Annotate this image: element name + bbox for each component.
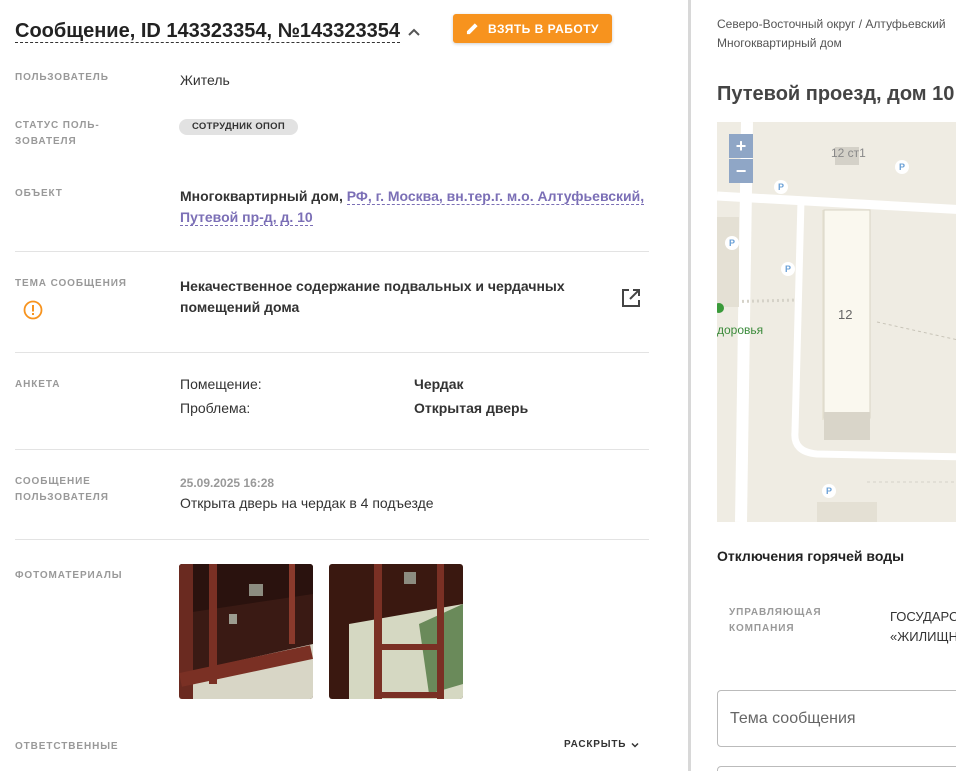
open-external-icon[interactable] <box>620 287 642 309</box>
zoom-out-button[interactable]: − <box>729 159 753 183</box>
management-company-value-line2: «ЖИЛИЩНИК» <box>890 629 956 644</box>
chevron-up-icon[interactable] <box>404 22 424 42</box>
topic-value: Некачественное содержание подвальных и ч… <box>180 276 565 318</box>
status-badge: СОТРУДНИК ОПОП <box>179 119 298 135</box>
user-message-label-line1: СООБЩЕНИЕ <box>15 476 91 487</box>
pencil-icon <box>466 23 478 35</box>
object-value: Многоквартирный дом, РФ, г. Москва, вн.т… <box>180 186 645 228</box>
topic-value-line1: Некачественное содержание подвальных и ч… <box>180 278 565 294</box>
breadcrumb-line2: Многоквартирный дом <box>717 36 842 50</box>
message-text: Открыта дверь на чердак в 4 подъезде <box>180 495 434 511</box>
management-company-value: ГОСУДАРСТВЕННОЕ «ЖИЛИЩНИК» <box>890 607 956 647</box>
object-type: Многоквартирный дом, <box>180 188 343 204</box>
hot-water-outages-title: Отключения горячей воды <box>717 548 905 564</box>
divider <box>15 449 649 450</box>
take-to-work-label: ВЗЯТЬ В РАБОТУ <box>487 21 599 36</box>
object-label: ОБЪЕКТ <box>15 188 63 199</box>
parking-icon: P <box>781 262 795 276</box>
user-status-label: СТАТУС ПОЛЬ- ЗОВАТЕЛЯ <box>15 118 145 150</box>
management-company-label: УПРАВЛЯЮЩАЯ КОМПАНИЯ <box>729 605 821 637</box>
parking-icon: P <box>895 160 909 174</box>
responsible-label: ОТВЕТСТВЕННЫЕ <box>15 741 119 752</box>
parking-icon: P <box>822 484 836 498</box>
user-message-label: СООБЩЕНИЕ ПОЛЬЗОВАТЕЛЯ <box>15 474 145 506</box>
user-label: ПОЛЬЗОВАТЕЛЬ <box>15 72 109 83</box>
survey-question: Помещение: <box>180 376 262 392</box>
user-message-label-line2: ПОЛЬЗОВАТЕЛЯ <box>15 492 109 503</box>
photo-thumbnail[interactable] <box>329 564 463 699</box>
next-field[interactable] <box>717 766 956 771</box>
parking-icon: P <box>725 236 739 250</box>
photo-thumbnail[interactable] <box>179 564 313 699</box>
topic-value-line2: помещений дома <box>180 299 300 315</box>
message-date: 25.09.2025 16:28 <box>180 476 275 490</box>
address-title: Путевой проезд, дом 10 <box>717 83 955 105</box>
user-status-label-line1: СТАТУС ПОЛЬ- <box>15 120 100 131</box>
parking-icon: P <box>774 180 788 194</box>
divider <box>15 539 649 540</box>
object-address-link[interactable]: РФ, г. Москва, вн.тер.г. м.о. Алтуфьевск… <box>346 188 645 205</box>
chevron-down-icon <box>631 742 639 748</box>
user-value: Житель <box>180 72 230 88</box>
divider <box>15 352 649 353</box>
topic-label: ТЕМА СООБЩЕНИЯ <box>15 278 127 289</box>
zoom-in-button[interactable]: + <box>729 134 753 158</box>
management-company-label-line2: КОМПАНИЯ <box>729 623 795 634</box>
warning-icon <box>23 300 43 320</box>
breadcrumb-line1[interactable]: Северо-Восточный округ / Алтуфьевский <box>717 15 946 34</box>
survey-answer: Чердак <box>414 376 464 392</box>
map[interactable]: + − 12 ст1 12 доровья P P P P P <box>717 122 956 522</box>
survey-question: Проблема: <box>180 400 251 416</box>
poi-label: доровья <box>717 323 764 337</box>
object-panel: Северо-Восточный округ / Алтуфьевский Мн… <box>691 0 956 771</box>
expand-label: РАСКРЫТЬ <box>564 739 627 750</box>
message-panel: Сообщение, ID 143323354, №143323354 ВЗЯТ… <box>0 0 688 771</box>
message-topic-input[interactable] <box>717 690 956 747</box>
survey-answer: Открытая дверь <box>414 400 529 416</box>
building-label: 12 <box>838 307 853 322</box>
expand-button[interactable]: РАСКРЫТЬ <box>564 739 640 750</box>
take-to-work-button[interactable]: ВЗЯТЬ В РАБОТУ <box>453 14 612 43</box>
survey-label: АНКЕТА <box>15 379 61 390</box>
object-address-link-line2[interactable]: Путевой пр-д, д. 10 <box>180 209 313 226</box>
message-title: Сообщение, ID 143323354, №143323354 <box>15 20 401 43</box>
breadcrumb: Северо-Восточный округ / Алтуфьевский Мн… <box>717 15 946 53</box>
photos-label: ФОТОМАТЕРИАЛЫ <box>15 570 123 581</box>
management-company-label-line1: УПРАВЛЯЮЩАЯ <box>729 607 822 618</box>
divider <box>15 251 649 252</box>
building-label: 12 ст1 <box>831 146 866 160</box>
user-status-label-line2: ЗОВАТЕЛЯ <box>15 136 77 147</box>
management-company-value-line1: ГОСУДАРСТВЕННОЕ <box>890 609 956 624</box>
